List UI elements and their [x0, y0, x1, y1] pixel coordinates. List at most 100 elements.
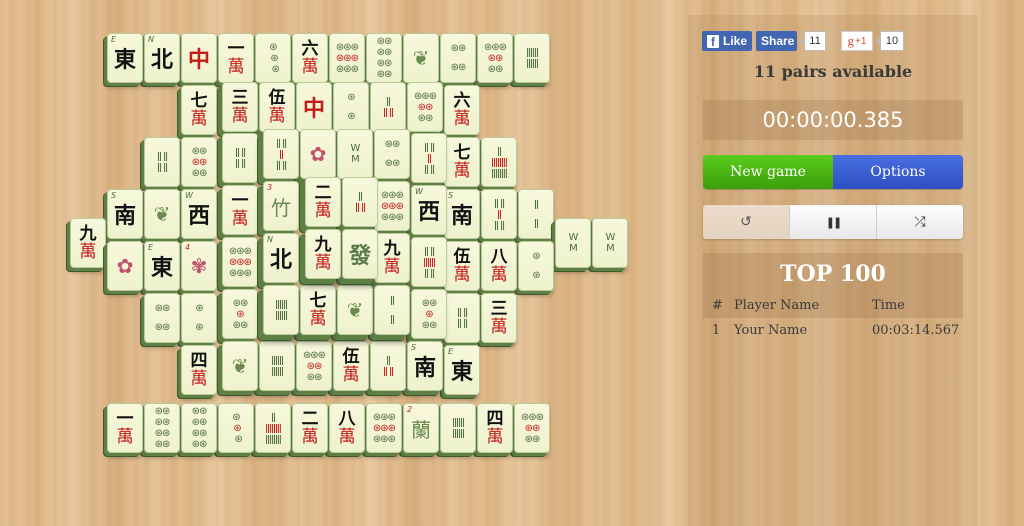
mahjong-tile[interactable]: ǁǁ ǁ — [370, 341, 406, 391]
mahjong-tile[interactable]: 一萬 — [222, 185, 258, 235]
mahjong-tile[interactable]: ǁǁǁ ǁǁǁ — [263, 285, 299, 335]
mahjong-tile[interactable]: ⊛⊛⊛ ⊛⊛ ⊛⊛ — [477, 33, 513, 83]
mahjong-tile[interactable]: ⊛ ⊛ ⊛ — [218, 403, 254, 453]
mahjong-tile[interactable]: 二萬 — [292, 403, 328, 453]
mahjong-tile[interactable]: 九萬 — [374, 233, 410, 283]
mahjong-tile[interactable]: N北 — [144, 33, 180, 83]
mahjong-tile[interactable]: 中 — [181, 33, 217, 83]
mahjong-tile[interactable]: 三萬 — [481, 293, 517, 343]
mahjong-tile[interactable]: 六萬 — [444, 85, 480, 135]
mahjong-tile[interactable]: 二萬 — [305, 177, 341, 227]
mahjong-tile[interactable]: ǁǁǁ ǁǁǁ — [514, 33, 550, 83]
mahjong-tile[interactable]: S南 — [444, 189, 480, 239]
mahjong-tile[interactable]: ⊛⊛ ⊛⊛ ⊛⊛ — [181, 137, 217, 187]
mahjong-tile[interactable]: WM — [337, 129, 373, 179]
mahjong-tile[interactable]: ⊛⊛⊛ ⊛⊛⊛ ⊛⊛⊛ — [374, 181, 410, 231]
mahjong-tile[interactable]: 4 ✾ — [181, 241, 217, 291]
mahjong-tile[interactable]: 伍萬 — [444, 241, 480, 291]
mahjong-tile[interactable]: ⊛⊛ ⊛⊛ ⊛⊛ ⊛⊛ — [181, 403, 217, 453]
mahjong-tile[interactable]: 一萬 — [218, 33, 254, 83]
mahjong-tile[interactable]: 四萬 — [181, 345, 217, 395]
options-button[interactable]: Options — [833, 155, 963, 189]
mahjong-tile[interactable]: 2蘭 — [403, 403, 439, 453]
mahjong-tile[interactable]: E東 — [444, 345, 480, 395]
mahjong-tile[interactable]: 六萬 — [292, 33, 328, 83]
mahjong-tile[interactable]: ⊛⊛ ⊛⊛ — [374, 129, 410, 179]
mahjong-tile[interactable]: ⊛ ⊛ — [181, 293, 217, 343]
shuffle-button[interactable]: ⤮ — [877, 205, 963, 239]
mahjong-tile[interactable]: ǁ ǁǁǁǁ ǁǁǁǁ — [481, 137, 517, 187]
mahjong-tile[interactable]: ⊛⊛⊛ ⊛⊛ ⊛⊛ — [514, 403, 550, 453]
mahjong-tile[interactable]: ❦ — [144, 189, 180, 239]
undo-button[interactable]: ↺ — [703, 205, 790, 239]
mahjong-tile[interactable]: 中 — [296, 82, 332, 132]
mahjong-tile[interactable]: 八萬 — [329, 403, 365, 453]
mahjong-tile[interactable]: ⊛⊛ ⊛⊛ — [440, 33, 476, 83]
pause-button[interactable]: ❚❚ — [790, 205, 877, 239]
mahjong-tile[interactable]: 四萬 — [477, 403, 513, 453]
mahjong-tile[interactable]: ǁ ǁǁ ǁ — [144, 137, 180, 187]
mahjong-tile[interactable]: ⊛⊛⊛ ⊛⊛⊛ ⊛⊛⊛ — [329, 33, 365, 83]
mahjong-tile[interactable]: ǁǁ ǁ — [342, 177, 378, 227]
mahjong-tile[interactable]: ǁ ǁ ǁǁǁ ǁ ǁ — [411, 237, 447, 287]
mahjong-tile[interactable]: ǁ ǁǁǁ ǁ — [411, 133, 447, 183]
mahjong-tile[interactable]: WM — [555, 218, 591, 268]
mahjong-tile[interactable]: ⊛ ⊛ — [518, 241, 554, 291]
mahjong-tile[interactable]: ⊛⊛ ⊛ ⊛⊛ — [222, 289, 258, 339]
mahjong-tile[interactable]: 一萬 — [107, 403, 143, 453]
mahjong-tile[interactable]: ǁǁ ǁ — [370, 82, 406, 132]
suit-pattern-icon: ⊛⊛ ⊛⊛ — [450, 43, 467, 73]
tile-character-number: 九 — [79, 223, 97, 244]
mahjong-tile[interactable]: N北 — [263, 233, 299, 283]
mahjong-tile[interactable]: ⊛ ⊛ ⊛ — [255, 33, 291, 83]
mahjong-tile[interactable]: 伍萬 — [333, 341, 369, 391]
mahjong-tile[interactable]: ǁǁǁ ǁǁǁ — [259, 341, 295, 391]
mahjong-tile[interactable]: ǁ ǁǁ ǁ — [444, 293, 480, 343]
mahjong-tile[interactable]: ǁ ǁǁǁ ǁ — [263, 129, 299, 179]
mahjong-tile[interactable]: W西 — [411, 185, 447, 235]
mahjong-tile[interactable]: ✿ — [107, 241, 143, 291]
mahjong-tile[interactable]: ⊛ ⊛ — [333, 82, 369, 132]
mahjong-tile[interactable]: ✿ — [300, 129, 336, 179]
mahjong-tile[interactable]: W西 — [181, 189, 217, 239]
mahjong-tile[interactable]: 九萬 — [305, 229, 341, 279]
mahjong-tile[interactable]: 七萬 — [300, 285, 336, 335]
mahjong-tile[interactable]: WM — [592, 218, 628, 268]
mahjong-tile[interactable]: E東 — [107, 33, 143, 83]
mahjong-tile[interactable]: 七萬 — [444, 137, 480, 187]
tile-character-number: 三 — [490, 298, 508, 319]
mahjong-tile[interactable]: ⊛⊛⊛ ⊛⊛ ⊛⊛ — [296, 341, 332, 391]
mahjong-tile[interactable]: 3竹 — [263, 181, 299, 231]
mahjong-tile[interactable]: ǁǁ — [518, 189, 554, 239]
mahjong-tile[interactable]: ⊛⊛⊛ ⊛⊛ ⊛⊛ — [407, 82, 443, 132]
mahjong-tile[interactable]: ⊛⊛⊛ ⊛⊛⊛ ⊛⊛⊛ — [366, 403, 402, 453]
mahjong-tile[interactable]: 發 — [342, 229, 378, 279]
mahjong-tile[interactable]: ⊛⊛⊛ ⊛⊛⊛ ⊛⊛⊛ — [222, 237, 258, 287]
mahjong-tile[interactable]: S南 — [407, 341, 443, 391]
mahjong-tile[interactable]: ⊛⊛ ⊛ ⊛⊛ — [411, 289, 447, 339]
mahjong-tile[interactable]: ǁ ǁǁ ǁ — [222, 133, 258, 183]
mahjong-tile[interactable]: ❦ — [403, 33, 439, 83]
wind-glyph: 東 — [450, 360, 473, 385]
mahjong-tile[interactable]: S南 — [107, 189, 143, 239]
facebook-like-button[interactable]: f Like — [702, 31, 752, 51]
google-plus-button[interactable]: g +1 — [841, 31, 873, 51]
new-game-button[interactable]: New game — [703, 155, 833, 189]
facebook-share-button[interactable]: Share — [756, 31, 797, 51]
mahjong-tile[interactable]: E東 — [144, 241, 180, 291]
mahjong-tile[interactable]: ǁ ǁǁǁǁ ǁǁǁǁ — [255, 403, 291, 453]
mahjong-tile[interactable]: ǁ ǁǁǁ ǁ — [481, 189, 517, 239]
mahjong-tile[interactable]: 七萬 — [181, 85, 217, 135]
mahjong-tile[interactable]: ⊛⊛ ⊛⊛ — [144, 293, 180, 343]
mahjong-tile[interactable]: ǁǁ — [374, 285, 410, 335]
mahjong-tile[interactable]: ⊛⊛ ⊛⊛ ⊛⊛ ⊛⊛ — [144, 403, 180, 453]
mahjong-tile[interactable]: ⊛⊛ ⊛⊛ ⊛⊛ ⊛⊛ — [366, 33, 402, 83]
mahjong-tile[interactable]: 八萬 — [481, 241, 517, 291]
mahjong-tile[interactable]: ǁǁǁ ǁǁǁ — [440, 403, 476, 453]
mahjong-tile[interactable]: 伍萬 — [259, 82, 295, 132]
mahjong-tile[interactable]: ❦ — [222, 341, 258, 391]
mahjong-tile[interactable]: ❦ — [337, 285, 373, 335]
mahjong-tile[interactable]: 九萬 — [70, 218, 106, 268]
tile-corner-label: E — [148, 243, 154, 252]
mahjong-tile[interactable]: 三萬 — [222, 82, 258, 132]
